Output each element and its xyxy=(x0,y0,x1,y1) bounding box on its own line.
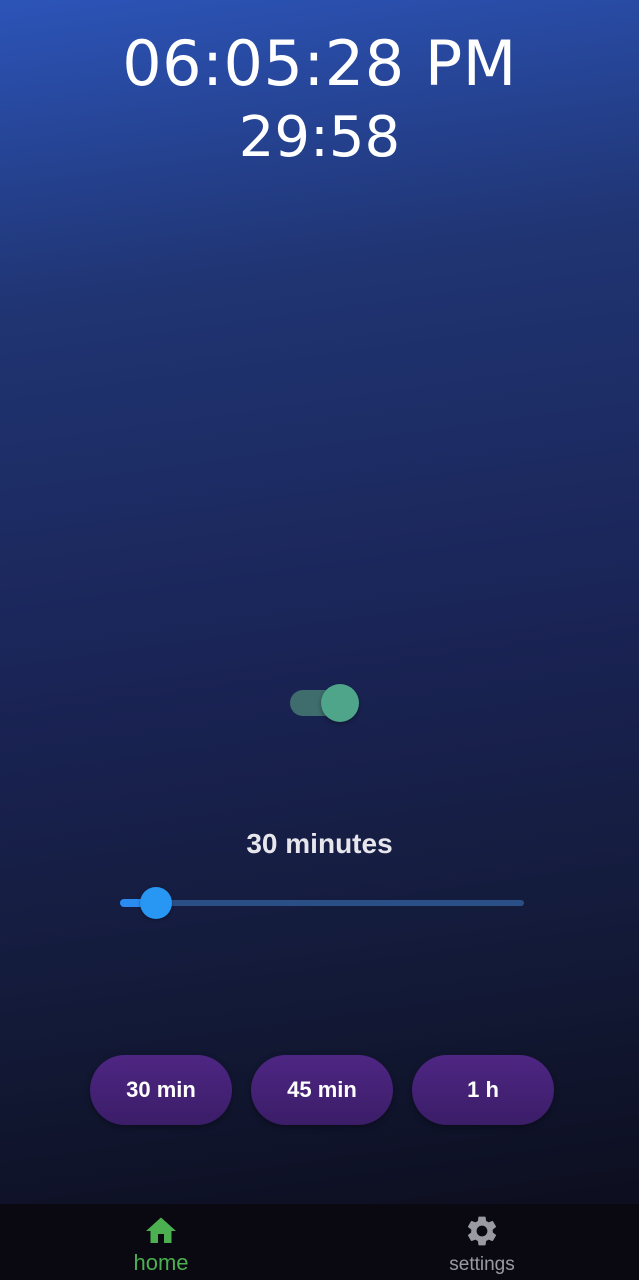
current-time: 06:05:28 PM xyxy=(122,27,517,100)
duration-slider[interactable] xyxy=(118,884,526,922)
bottom-navigation: home settings xyxy=(0,1204,639,1280)
preset-buttons: 30 min 45 min 1 h xyxy=(90,1055,554,1125)
sleep-timer-screen: { "header": { "clock": "06:05:28 PM", "c… xyxy=(0,0,639,1280)
gear-icon xyxy=(467,1216,497,1246)
nav-label-home: home xyxy=(133,1250,189,1275)
duration-label: 30 minutes xyxy=(246,828,393,859)
slider-thumb[interactable] xyxy=(140,887,173,919)
home-icon xyxy=(146,1217,176,1243)
sleep-timer-toggle[interactable] xyxy=(290,683,362,723)
countdown-timer: 29:58 xyxy=(238,105,401,170)
slider-track xyxy=(120,900,524,906)
preset-1-h-button[interactable]: 1 h xyxy=(412,1055,554,1125)
toggle-thumb xyxy=(321,684,359,722)
preset-45-min-button[interactable]: 45 min xyxy=(251,1055,393,1125)
nav-item-settings[interactable]: settings xyxy=(392,1204,572,1280)
nav-item-home[interactable]: home xyxy=(71,1204,251,1280)
preset-30-min-button[interactable]: 30 min xyxy=(90,1055,232,1125)
nav-label-settings: settings xyxy=(449,1254,515,1275)
